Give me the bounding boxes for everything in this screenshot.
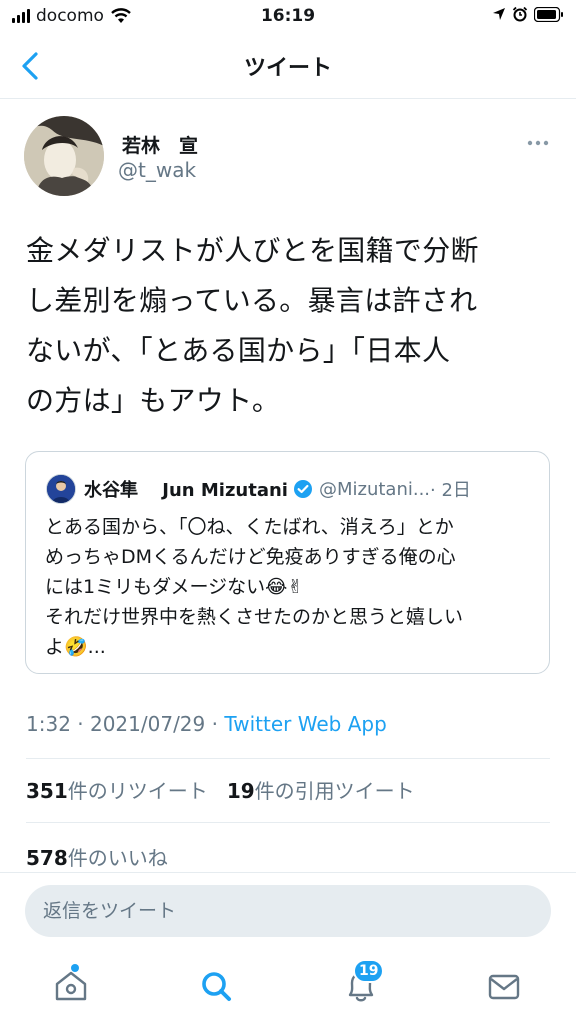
notifications-badge: 19 <box>353 959 385 983</box>
quotes-count: 19 <box>226 779 255 803</box>
search-icon <box>202 972 231 1001</box>
tweet-text-line: し差別を煽っている。暴言は許され <box>26 284 478 317</box>
quoted-header: 水谷隼 Jun Mizutani @Mizutani... · 2日 <box>84 476 471 502</box>
status-right <box>492 6 564 22</box>
nav-bar: ツイート <box>0 34 576 99</box>
retweets-label: 件のリツイート <box>67 779 208 803</box>
quoted-display-name: 水谷隼 Jun Mizutani <box>84 480 288 501</box>
tab-bar: 19 <box>0 952 576 1024</box>
likes-label: 件のいいね <box>67 846 168 870</box>
quoted-age: · 2日 <box>430 480 471 501</box>
divider <box>26 758 550 759</box>
user-handle[interactable]: @t_wak <box>118 158 196 182</box>
likes-stat[interactable]: 578件のいいね <box>26 842 168 871</box>
tweet-timestamp: 1:32 · 2021/07/29 · Twitter Web App <box>26 712 387 736</box>
tweet-text-line: ないが、「とある国から」「日本人 <box>26 334 451 367</box>
timestamp-text: 1:32 · 2021/07/29 · <box>26 712 225 736</box>
stats-row: 351件のリツイート 19件の引用ツイート <box>26 775 415 804</box>
more-icon[interactable] <box>526 138 550 148</box>
quoted-text-line: それだけ世界中を熱くさせたのかと思うと嬉しい <box>45 606 464 628</box>
tweet-text: 金メダリストが人びとを国籍で分断 し差別を煽っている。暴言は許され ないが、「と… <box>26 226 550 426</box>
retweets-stat[interactable]: 351件のリツイート <box>26 779 208 803</box>
quotes-stat[interactable]: 19件の引用ツイート <box>227 779 415 803</box>
status-time: 16:19 <box>260 6 316 26</box>
display-name[interactable]: 若林 宣 <box>122 131 198 158</box>
tweet-text-line: の方は」もアウト。 <box>26 384 281 417</box>
reply-bar: 返信をツイート <box>0 872 576 949</box>
quoted-text-line: めっちゃDMくるんだけど免疫ありすぎる俺の心 <box>45 546 456 568</box>
divider <box>26 822 550 823</box>
status-bar: docomo 16:19 <box>0 0 576 34</box>
retweets-count: 351 <box>26 779 68 803</box>
source-link[interactable]: Twitter Web App <box>224 712 386 736</box>
tab-messages[interactable] <box>476 962 532 1010</box>
quoted-avatar-photo <box>47 475 75 503</box>
reply-input[interactable]: 返信をツイート <box>25 885 551 937</box>
verified-icon <box>293 480 312 498</box>
mail-icon <box>488 974 520 1000</box>
avatar-photo <box>24 116 104 196</box>
likes-count: 578 <box>26 846 68 870</box>
quoted-handle: @Mizutani... <box>318 478 431 500</box>
quotes-label: 件の引用ツイート <box>254 779 415 803</box>
quoted-tweet-card[interactable]: 水谷隼 Jun Mizutani @Mizutani... · 2日 とある国か… <box>25 451 550 674</box>
quoted-text-line: よ🤣... <box>45 636 106 658</box>
page-title: ツイート <box>243 56 332 81</box>
home-unread-dot <box>71 964 79 972</box>
tab-home[interactable] <box>43 962 99 1010</box>
tab-notifications[interactable]: 19 <box>333 959 389 1010</box>
quoted-text: とある国から、「〇ね、くたばれ、消えろ」とか めっちゃDMくるんだけど免疫ありす… <box>45 512 535 662</box>
battery-icon <box>534 6 563 22</box>
alarm-icon <box>512 6 528 22</box>
tweet-text-line: 金メダリストが人びとを国籍で分断 <box>26 234 479 267</box>
quoted-text-line: には1ミリもダメージない😂✌ <box>45 576 304 598</box>
quoted-text-line: とある国から、「〇ね、くたばれ、消えろ」とか <box>45 516 454 538</box>
avatar[interactable] <box>24 116 104 196</box>
quoted-avatar <box>46 474 76 504</box>
tab-search[interactable] <box>189 962 245 1010</box>
location-icon <box>493 8 505 20</box>
